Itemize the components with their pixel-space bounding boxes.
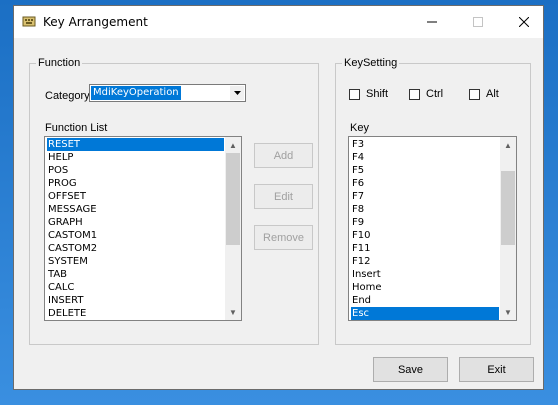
minimize-button[interactable]: [409, 6, 455, 38]
close-button[interactable]: [501, 6, 547, 38]
scroll-up-icon[interactable]: ▲: [225, 137, 241, 153]
keysetting-legend: KeySetting: [342, 57, 400, 69]
key-arrangement-window: Key Arrangement Function Category MdiKey…: [13, 5, 544, 390]
list-item[interactable]: End: [351, 294, 499, 307]
edit-button[interactable]: Edit: [254, 184, 313, 209]
list-item[interactable]: F6: [351, 177, 499, 190]
alt-checkbox-box[interactable]: [469, 88, 480, 100]
list-item[interactable]: F12: [351, 255, 499, 268]
list-item[interactable]: MESSAGE: [47, 203, 224, 216]
list-item[interactable]: F7: [351, 190, 499, 203]
key-list-scrollbar[interactable]: ▲ ▼: [500, 137, 516, 320]
list-item[interactable]: F8: [351, 203, 499, 216]
list-item[interactable]: Home: [351, 281, 499, 294]
ctrl-checkbox-box[interactable]: [409, 88, 420, 100]
category-select[interactable]: MdiKeyOperation: [89, 84, 246, 102]
ctrl-checkbox[interactable]: Ctrl: [409, 88, 443, 100]
list-item[interactable]: GRAPH: [47, 216, 224, 229]
list-item[interactable]: HELP: [47, 151, 224, 164]
list-item[interactable]: F9: [351, 216, 499, 229]
chevron-down-icon[interactable]: [230, 86, 244, 100]
window-title: Key Arrangement: [43, 15, 148, 29]
list-item[interactable]: DELETE: [47, 307, 224, 320]
scroll-down-icon[interactable]: ▼: [500, 304, 516, 320]
list-item[interactable]: Insert: [351, 268, 499, 281]
list-item[interactable]: RESET: [47, 138, 224, 151]
ctrl-label: Ctrl: [426, 88, 444, 100]
function-list-label: Function List: [45, 122, 108, 134]
scroll-thumb[interactable]: [501, 171, 515, 245]
function-legend: Function: [36, 57, 83, 69]
alt-label: Alt: [486, 88, 499, 100]
list-item[interactable]: F10: [351, 229, 499, 242]
scroll-thumb[interactable]: [226, 153, 240, 245]
add-button[interactable]: Add: [254, 143, 313, 168]
key-label: Key: [350, 122, 369, 134]
function-list[interactable]: RESET HELP POS PROG OFFSET MESSAGE GRAPH CASTOM…: [44, 136, 242, 321]
scroll-up-icon[interactable]: ▲: [500, 137, 516, 153]
key-list[interactable]: F3 F4 F5 F6 F7 F8 F9 F10 F11 F12 Insert Home End Esc …: [348, 136, 517, 321]
list-item[interactable]: SYSTEM: [47, 255, 224, 268]
list-item[interactable]: TAB: [47, 268, 224, 281]
list-item[interactable]: Esc: [351, 307, 499, 320]
list-item[interactable]: PROG: [47, 177, 224, 190]
list-item[interactable]: F11: [351, 242, 499, 255]
exit-button[interactable]: Exit: [459, 357, 534, 382]
minimize-icon: [427, 21, 437, 23]
shift-label: Shift: [366, 88, 389, 100]
keyboard-icon: [22, 16, 36, 27]
title-bar[interactable]: Key Arrangement: [14, 6, 543, 38]
close-icon: [519, 17, 529, 27]
alt-checkbox[interactable]: Alt: [469, 88, 499, 100]
save-button[interactable]: Save: [373, 357, 448, 382]
list-item[interactable]: INSERT: [47, 294, 224, 307]
function-list-scrollbar[interactable]: ▲ ▼: [225, 137, 241, 320]
list-item[interactable]: F4: [351, 151, 499, 164]
list-item[interactable]: F3: [351, 138, 499, 151]
category-label: Category: [45, 90, 90, 102]
maximize-icon: [473, 17, 483, 27]
scroll-down-icon[interactable]: ▼: [225, 304, 241, 320]
shift-checkbox-box[interactable]: [349, 88, 360, 100]
list-item[interactable]: CASTOM1: [47, 229, 224, 242]
list-item[interactable]: F5: [351, 164, 499, 177]
category-value: MdiKeyOperation: [91, 86, 181, 100]
list-item[interactable]: POS: [47, 164, 224, 177]
list-item[interactable]: CALC: [47, 281, 224, 294]
shift-checkbox[interactable]: Shift: [349, 88, 388, 100]
remove-button[interactable]: Remove: [254, 225, 313, 250]
list-item[interactable]: OFFSET: [47, 190, 224, 203]
list-item[interactable]: CASTOM2: [47, 242, 224, 255]
maximize-button[interactable]: [455, 6, 501, 38]
